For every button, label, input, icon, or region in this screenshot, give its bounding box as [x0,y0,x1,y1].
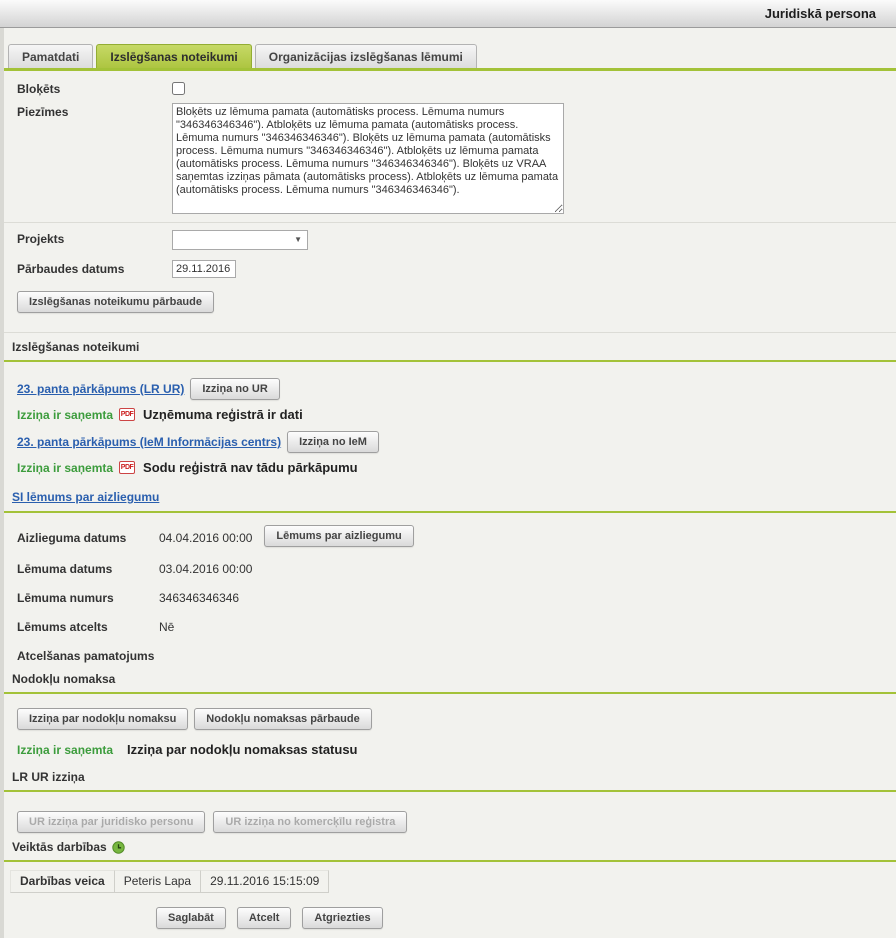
exclusion-status-row: Izziņa ir saņemta PDF Uzņēmuma reģistrā … [4,407,896,422]
footer-button-bar: Saglabāt Atcelt Atgriezties [156,907,896,938]
taxes-result: Izziņa par nodokļu nomaksas statusu [127,742,357,757]
projekts-select[interactable]: ▼ [172,230,308,250]
exclusion-result: Uzņēmuma reģistrā ir dati [143,407,303,422]
blokets-row: Bloķēts [4,80,896,96]
action-log-row: Darbības veica Peteris Lapa 29.11.2016 1… [10,870,896,893]
lemuma-datums-row: Lēmuma datums 03.04.2016 00:00 [4,560,896,576]
pdf-icon[interactable]: PDF [119,408,135,421]
pdf-icon[interactable]: PDF [119,461,135,474]
section-title-izslegsanas-noteikumi: Izslēgšanas noteikumi [4,340,896,354]
section-divider-green [4,790,896,792]
lemums-atcelts-value: Nē [159,618,174,634]
save-button[interactable]: Saglabāt [156,907,226,929]
piezimes-textarea[interactable]: Bloķēts uz lēmuma pamata (automātisks pr… [172,103,564,214]
action-log-label: Darbības veica [10,870,115,893]
section-divider-green [4,511,896,513]
divider [4,332,896,333]
tab-organizacijas-izslegsanas-lemumi[interactable]: Organizācijas izslēgšanas lēmumi [255,44,477,68]
lemums-atcelts-label: Lēmums atcelts [17,618,159,634]
action-log-person: Peteris Lapa [115,870,201,893]
lemums-par-aizliegumu-button[interactable]: Lēmums par aizliegumu [264,525,413,547]
exclusion-result: Sodu reģistrā nav tādu pārkāpumu [143,460,358,475]
action-log-timestamp: 29.11.2016 15:15:09 [201,870,329,893]
section-divider-green [4,360,896,362]
izzina-no-ur-button[interactable]: Izziņa no UR [190,378,279,400]
piezimes-row: Piezīmes Bloķēts uz lēmuma pamata (autom… [4,103,896,214]
projekts-row: Projekts ▼ [4,230,896,250]
tab-bar: Pamatdati Izslēgšanas noteikumi Organizā… [4,28,896,71]
piezimes-label: Piezīmes [17,103,172,119]
lemuma-numurs-label: Lēmuma numurs [17,589,159,605]
status-izzina-sanemta: Izziņa ir saņemta [17,743,113,757]
izslegsanas-parbaude-button[interactable]: Izslēgšanas noteikumu pārbaude [17,291,214,313]
ur-izzina-juridisko-personu-button[interactable]: UR izziņa par juridisko personu [17,811,205,833]
lemuma-datums-value: 03.04.2016 00:00 [159,560,252,576]
page-title: Juridiskā persona [765,6,876,21]
taxes-status-row: Izziņa ir saņemta Izziņa par nodokļu nom… [4,742,896,757]
cancel-button[interactable]: Atcelt [237,907,292,929]
atcelsanas-pamatojums-label: Atcelšanas pamatojums [17,647,159,663]
lemums-atcelts-row: Lēmums atcelts Nē [4,618,896,634]
parbaudes-datums-label: Pārbaudes datums [17,260,172,276]
aizlieguma-datums-value: 04.04.2016 00:00 [159,529,252,545]
exclusion-item-row: 23. panta pārkāpums (IeM Informācijas ce… [4,431,896,453]
izzina-no-iem-button[interactable]: Izziņa no IeM [287,431,379,453]
parkapums-lr-ur-link[interactable]: 23. panta pārkāpums (LR UR) [17,382,184,396]
exclusion-item-row: 23. panta pārkāpums (LR UR) Izziņa no UR [4,378,896,400]
aizlieguma-datums-row: Aizlieguma datums 04.04.2016 00:00 Lēmum… [4,529,896,547]
section-title-nodoklu-nomaksa: Nodokļu nomaksa [4,672,896,686]
exclusion-status-row: Izziņa ir saņemta PDF Sodu reģistrā nav … [4,460,896,475]
back-button[interactable]: Atgriezties [302,907,382,929]
si-lemums-link[interactable]: SI lēmums par aizliegumu [12,490,159,504]
projekts-label: Projekts [17,230,172,246]
blokets-checkbox[interactable] [172,82,185,95]
nodoklu-nomaksas-parbaude-button[interactable]: Nodokļu nomaksas pārbaude [194,708,371,730]
parkapums-iem-link[interactable]: 23. panta pārkāpums (IeM Informācijas ce… [17,435,281,449]
parbaudes-datums-input[interactable] [172,260,236,278]
chevron-down-icon: ▼ [294,236,302,244]
izzina-par-nodoklu-nomaksu-button[interactable]: Izziņa par nodokļu nomaksu [17,708,188,730]
lemuma-datums-label: Lēmuma datums [17,560,159,576]
section-divider-green [4,860,896,862]
section-title-veiktas-darbibas: Veiktās darbības [4,840,896,854]
status-izzina-sanemta: Izziņa ir saņemta [17,408,113,422]
blokets-label: Bloķēts [17,80,172,96]
tab-izslegsanas-noteikumi[interactable]: Izslēgšanas noteikumi [96,44,251,68]
veiktas-darbibas-label: Veiktās darbības [12,840,107,854]
clock-icon [112,841,125,854]
section-divider-green [4,692,896,694]
ur-izzina-komerckilu-registra-button[interactable]: UR izziņa no komercķīlu reģistra [213,811,407,833]
status-izzina-sanemta: Izziņa ir saņemta [17,461,113,475]
parbaudes-datums-row: Pārbaudes datums [4,260,896,278]
main-content: Pamatdati Izslēgšanas noteikumi Organizā… [0,28,896,938]
aizlieguma-datums-label: Aizlieguma datums [17,529,159,545]
tab-pamatdati[interactable]: Pamatdati [8,44,93,68]
lemuma-numurs-row: Lēmuma numurs 346346346346 [4,589,896,605]
lemuma-numurs-value: 346346346346 [159,589,239,605]
atcelsanas-pamatojums-row: Atcelšanas pamatojums [4,647,896,663]
section-title-lr-ur-izzina: LR UR izziņa [4,770,896,784]
divider [4,222,896,223]
window-header: Juridiskā persona [0,0,896,28]
